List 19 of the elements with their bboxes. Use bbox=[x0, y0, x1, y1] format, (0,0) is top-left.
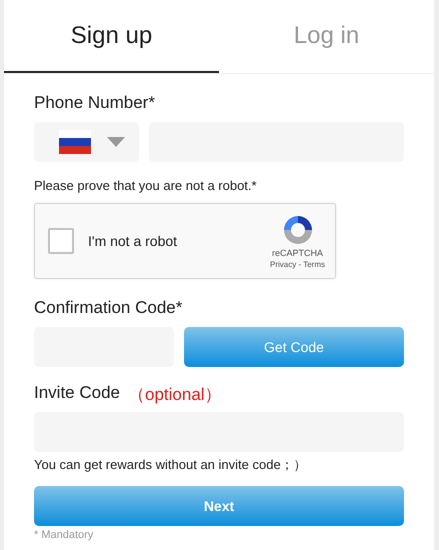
optional-note: （optional） bbox=[128, 384, 222, 403]
country-select[interactable] bbox=[34, 122, 139, 162]
captcha-label: I'm not a robot bbox=[88, 233, 178, 249]
invite-hint: You can get rewards without an invite code；） bbox=[34, 456, 308, 474]
captcha-links[interactable]: Privacy - Terms bbox=[270, 260, 325, 268]
mandatory-note: * Mandatory bbox=[34, 529, 94, 542]
field-label: Invite Code bbox=[34, 383, 120, 403]
tab[interactable]: Sign up bbox=[4, 0, 219, 73]
field-label: Confirmation Code* bbox=[34, 298, 184, 318]
field-label: Phone Number* bbox=[34, 93, 156, 113]
recaptcha-icon bbox=[282, 214, 314, 246]
next-button[interactable]: Next bbox=[34, 486, 404, 526]
tab[interactable]: Log in bbox=[219, 0, 434, 73]
get-code-button[interactable]: Get Code bbox=[184, 327, 404, 367]
flag-icon bbox=[59, 130, 91, 154]
captcha-brand: reCAPTCHA bbox=[272, 248, 324, 258]
caret-icon bbox=[107, 137, 125, 147]
captcha-checkbox[interactable] bbox=[48, 228, 74, 254]
robot-prompt: Please prove that you are not a robot.* bbox=[34, 178, 258, 193]
